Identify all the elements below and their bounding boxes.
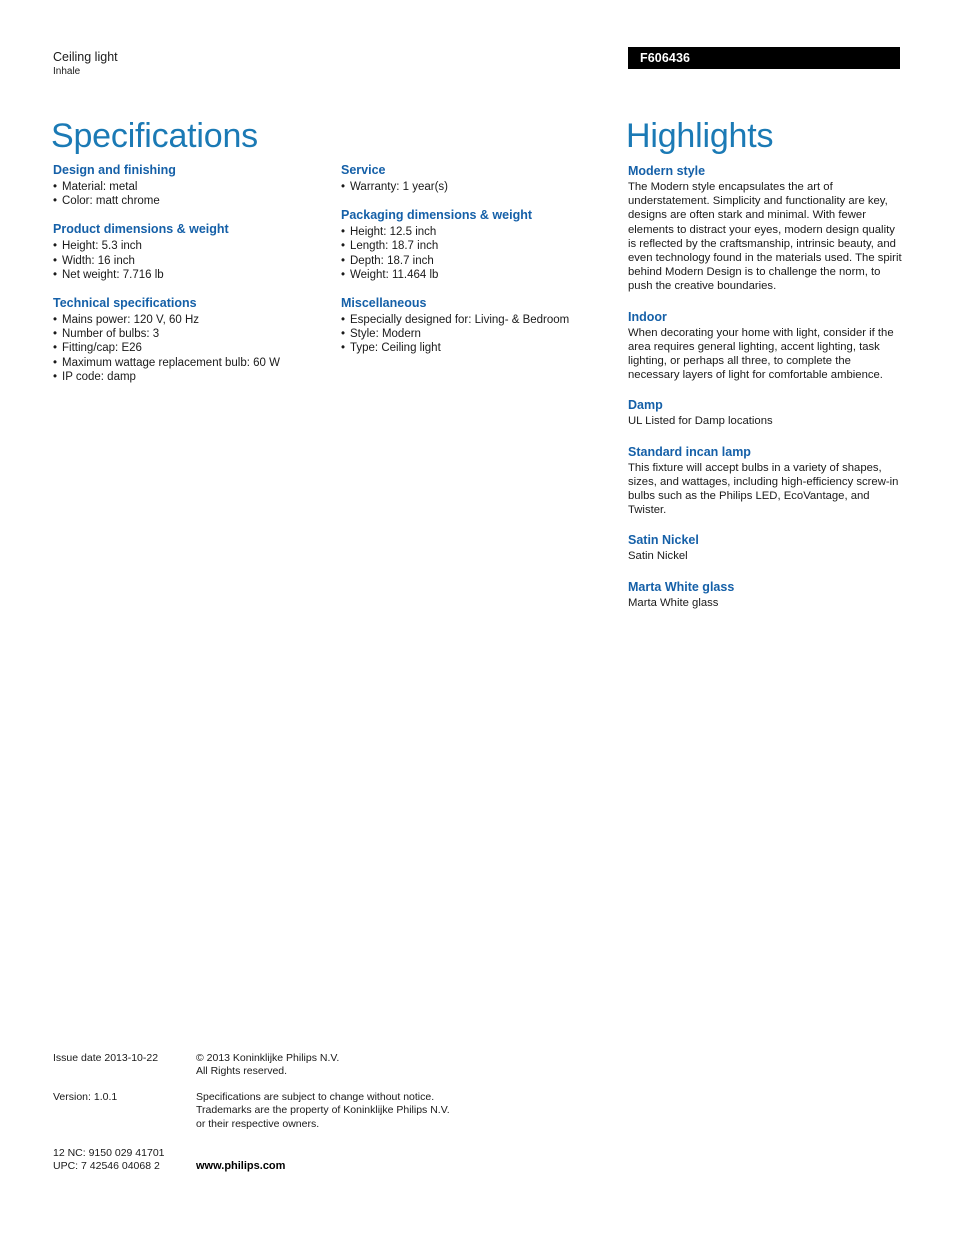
spec-item: Warranty: 1 year(s)	[341, 180, 623, 194]
model-number-text: F606436	[640, 51, 691, 65]
spec-item: Net weight: 7.716 lb	[53, 268, 335, 282]
website-block: www.philips.com	[196, 1147, 573, 1174]
product-name-label: Inhale	[53, 66, 81, 77]
spec-item-list: Height: 12.5 inchLength: 18.7 inchDepth:…	[341, 225, 623, 282]
spec-group: Packaging dimensions & weight Height: 12.…	[341, 208, 623, 282]
product-codes-block: 12 NC: 9150 029 41701 UPC: 7 42546 04068…	[53, 1147, 196, 1174]
model-number-bar: F606436	[628, 47, 900, 69]
version-label: Version: 1.0.1	[53, 1090, 118, 1103]
spec-item: Weight: 11.464 lb	[341, 268, 623, 282]
document-page: Ceiling light Inhale F606436 Specificati…	[0, 0, 954, 1235]
spec-group: Technical specifications Mains power: 120…	[53, 296, 335, 384]
product-type-label: Ceiling light	[53, 50, 118, 64]
disclaimer-line-3: or their respective owners.	[196, 1117, 320, 1130]
highlight-body: Satin Nickel	[628, 550, 688, 563]
spec-group: Service Warranty: 1 year(s)	[341, 163, 623, 194]
specifications-title: Specifications	[51, 116, 258, 155]
copyright-line-1: © 2013 Koninklijke Philips N.V.	[196, 1052, 340, 1064]
spec-item: Style: Modern	[341, 327, 623, 341]
highlight-body: The Modern style encapsulates the art of…	[628, 181, 902, 293]
spec-item: Maximum wattage replacement bulb: 60 W	[53, 356, 335, 370]
highlight-body: UL Listed for Damp locations	[628, 415, 773, 428]
copyright-line-2: All Rights reserved.	[196, 1065, 288, 1078]
highlight-group: Marta White glass Marta White glass	[628, 580, 902, 610]
highlight-group: Satin Nickel Satin Nickel	[628, 533, 902, 563]
spec-item: Number of bulbs: 3	[53, 327, 335, 341]
highlights-title: Highlights	[626, 116, 774, 155]
highlight-group: Indoor When decorating your home with lig…	[628, 310, 902, 383]
nc-code-label: 12 NC: 9150 029 41701	[53, 1147, 165, 1160]
disclaimer-block: Specifications are subject to change wit…	[196, 1091, 573, 1131]
spec-item: Material: metal	[53, 180, 335, 194]
spec-item: Especially designed for: Living- & Bedro…	[341, 313, 623, 327]
spec-item-list: Height: 5.3 inchWidth: 16 inchNet weight…	[53, 239, 335, 282]
spec-item: Mains power: 120 V, 60 Hz	[53, 313, 335, 327]
upc-code-label: UPC: 7 42546 04068 2	[53, 1160, 160, 1173]
highlight-group: Modern style The Modern style encapsulate…	[628, 164, 902, 294]
spec-item: Length: 18.7 inch	[341, 239, 623, 253]
highlight-body: Marta White glass	[628, 596, 719, 609]
highlight-heading: Satin Nickel	[628, 533, 699, 548]
highlights-column: Modern style The Modern style encapsulate…	[628, 164, 902, 610]
spec-group-heading: Product dimensions & weight	[53, 222, 229, 237]
issue-date-label: Issue date 2013-10-22	[53, 1052, 159, 1064]
document-footer: Issue date 2013-10-22 © 2013 Koninklijke…	[53, 1052, 573, 1174]
highlight-heading: Indoor	[628, 309, 667, 324]
specifications-column-2: Service Warranty: 1 year(s) Packaging dime…	[341, 163, 623, 356]
spec-item: Height: 12.5 inch	[341, 225, 623, 239]
philips-website-link[interactable]: www.philips.com	[196, 1160, 285, 1172]
spec-item-list: Warranty: 1 year(s)	[341, 180, 623, 194]
highlight-heading: Standard incan lamp	[628, 444, 751, 459]
spec-group: Product dimensions & weight Height: 5.3 i…	[53, 222, 335, 282]
highlight-body: When decorating your home with light, co…	[628, 326, 894, 382]
spec-item: Fitting/cap: E26	[53, 341, 335, 355]
spec-group-heading: Design and finishing	[53, 163, 176, 177]
spec-group-heading: Technical specifications	[53, 296, 197, 311]
spec-group-heading: Packaging dimensions & weight	[341, 208, 533, 223]
highlight-heading: Modern style	[628, 164, 706, 178]
spec-group: Miscellaneous Especially designed for: Li…	[341, 296, 623, 356]
document-header: Ceiling light Inhale	[53, 50, 453, 78]
spec-item: Height: 5.3 inch	[53, 239, 335, 253]
spec-item: Type: Ceiling light	[341, 341, 623, 355]
specifications-column-1: Design and finishing Material: metalColor…	[53, 163, 335, 384]
spec-item: IP code: damp	[53, 370, 335, 384]
spec-item-list: Especially designed for: Living- & Bedro…	[341, 313, 623, 356]
highlight-group: Damp UL Listed for Damp locations	[628, 398, 902, 428]
footer-row-issue-date: Issue date 2013-10-22 © 2013 Koninklijke…	[53, 1052, 573, 1079]
spec-item: Width: 16 inch	[53, 254, 335, 268]
highlight-heading: Marta White glass	[628, 579, 735, 594]
highlight-heading: Damp	[628, 398, 663, 413]
spec-item-list: Mains power: 120 V, 60 HzNumber of bulbs…	[53, 313, 335, 384]
spec-item-list: Material: metalColor: matt chrome	[53, 180, 335, 209]
spec-group-heading: Miscellaneous	[341, 296, 427, 311]
footer-row-version: Version: 1.0.1 Specifications are subjec…	[53, 1091, 573, 1131]
footer-row-codes: 12 NC: 9150 029 41701 UPC: 7 42546 04068…	[53, 1147, 573, 1174]
disclaimer-line-1: Specifications are subject to change wit…	[196, 1090, 435, 1103]
highlight-body: This fixture will accept bulbs in a vari…	[628, 461, 899, 517]
spec-group-heading: Service	[341, 163, 386, 177]
spec-item: Color: matt chrome	[53, 194, 335, 208]
highlight-group: Standard incan lamp This fixture will acc…	[628, 445, 902, 518]
copyright-block: © 2013 Koninklijke Philips N.V. All Righ…	[196, 1052, 573, 1079]
disclaimer-line-2: Trademarks are the property of Koninklij…	[196, 1104, 450, 1117]
spec-group: Design and finishing Material: metalColor…	[53, 163, 335, 209]
spec-item: Depth: 18.7 inch	[341, 254, 623, 268]
